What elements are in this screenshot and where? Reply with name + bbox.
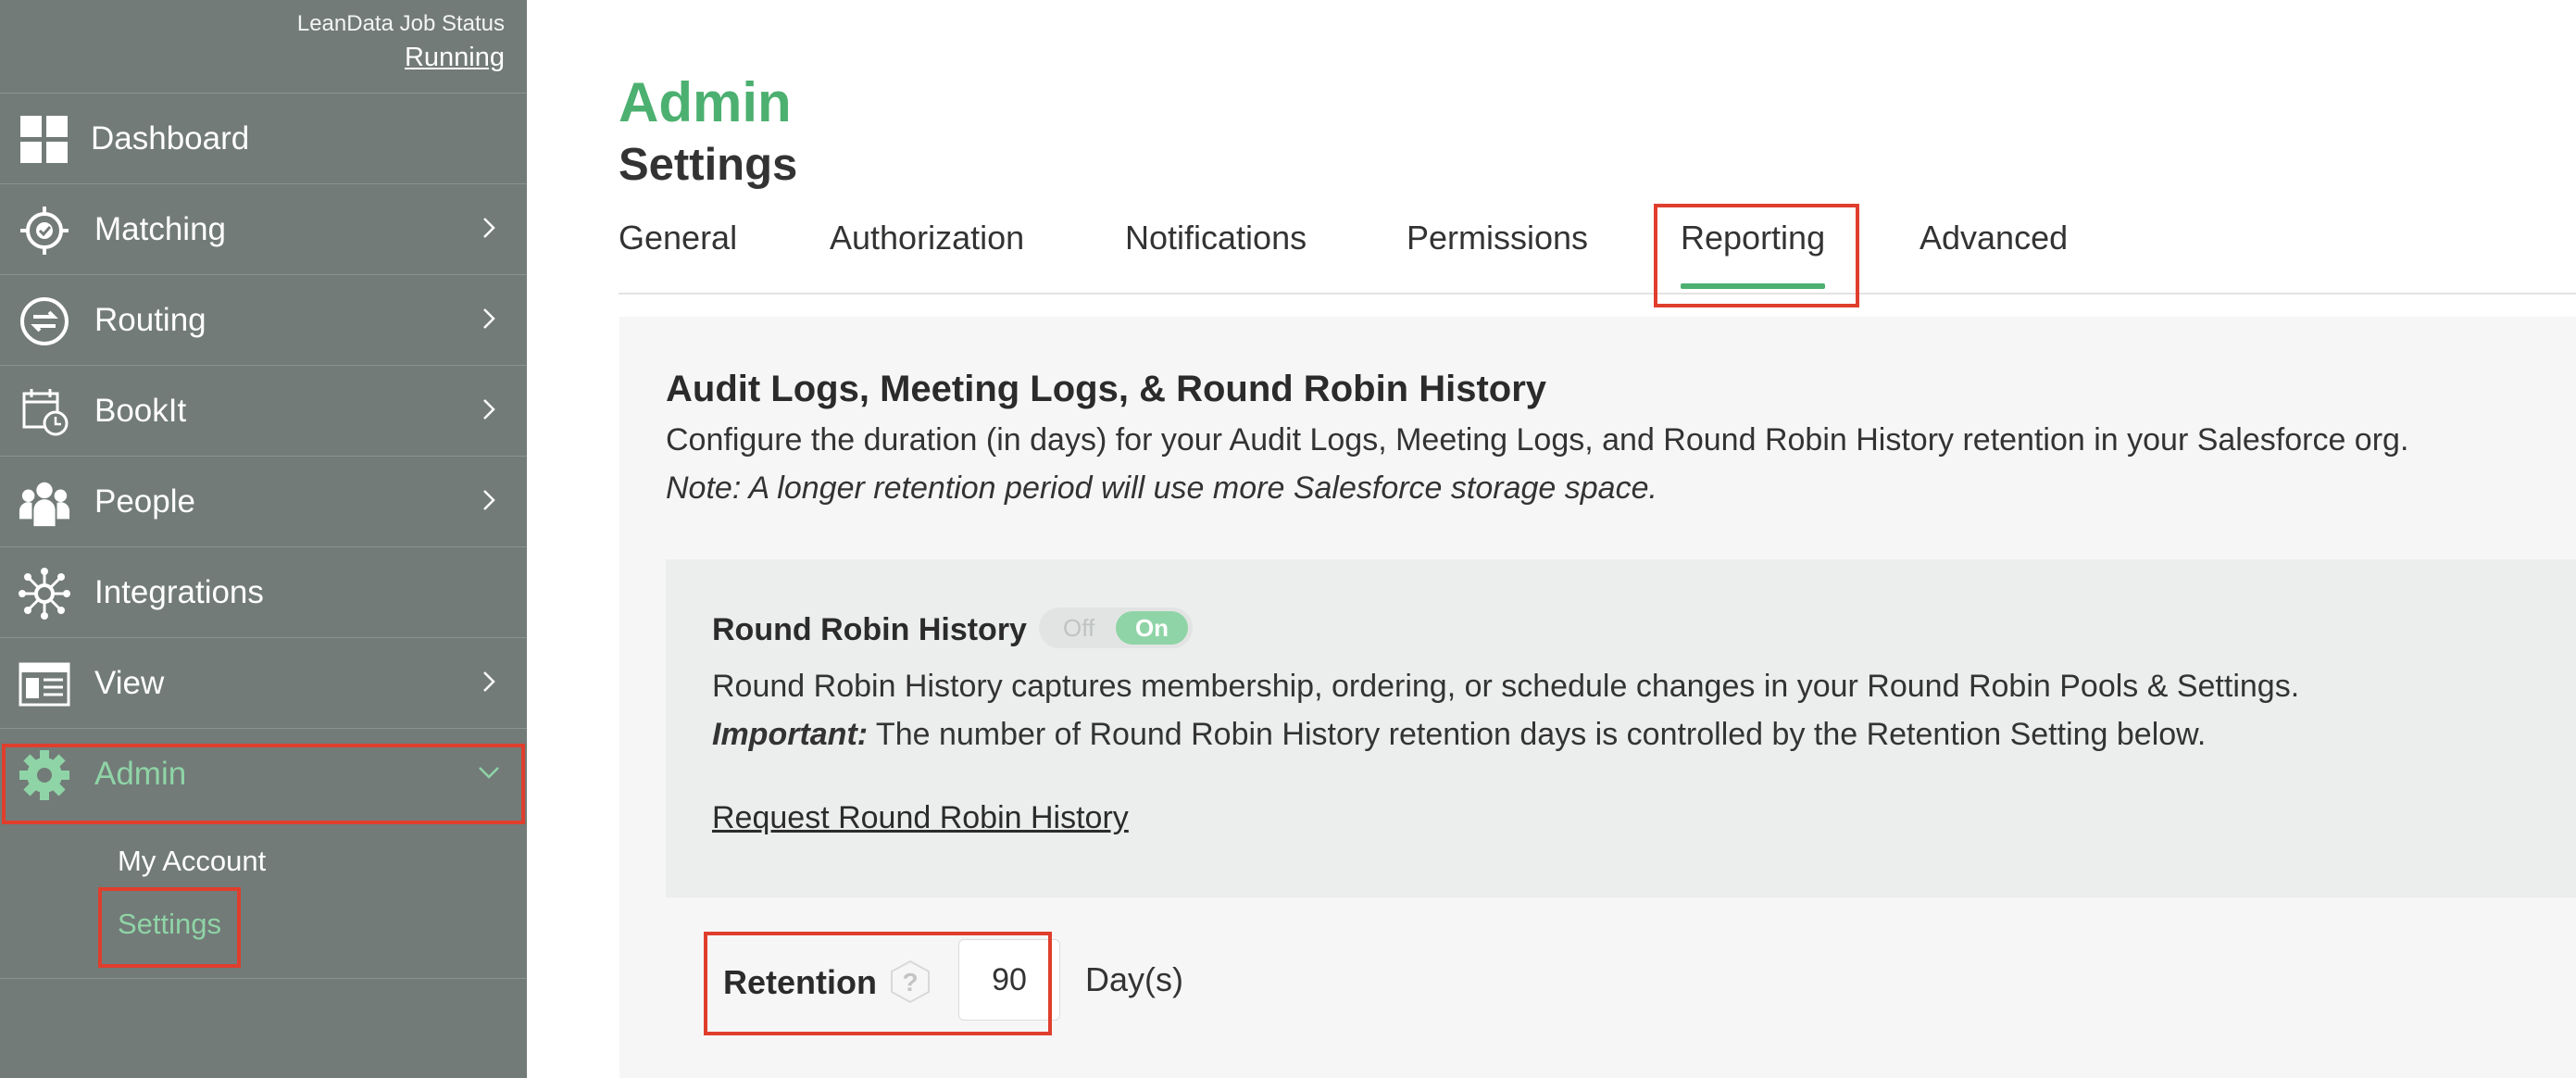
sidebar-item-routing[interactable]: Routing (0, 274, 527, 365)
tab-notifications[interactable]: Notifications (1125, 219, 1307, 257)
sidebar-item-view[interactable]: View (0, 637, 527, 728)
section-note: Note: A longer retention period will use… (666, 470, 1657, 506)
sidebar-item-label: People (94, 483, 195, 520)
job-status-label: LeanData Job Status (296, 11, 505, 36)
sidebar-item-dashboard[interactable]: Dashboard (0, 93, 527, 183)
tab-advanced[interactable]: Advanced (1919, 219, 2068, 257)
main-content: Admin Settings General Authorization Not… (527, 0, 2576, 1078)
sidebar-item-matching[interactable]: Matching (0, 183, 527, 274)
sidebar-item-label: Matching (94, 210, 227, 247)
routing-arrows-icon (19, 295, 70, 347)
target-check-icon (19, 205, 70, 257)
chevron-right-icon (483, 218, 495, 238)
dashboard-grid-icon (19, 114, 70, 166)
round-robin-important-note: Important: The number of Round Robin His… (712, 717, 2206, 753)
request-round-robin-history-link[interactable]: Request Round Robin History (712, 800, 1129, 836)
sidebar-item-label: Integrations (94, 573, 264, 610)
people-group-icon (19, 477, 70, 529)
page-title: Admin (619, 71, 792, 133)
retention-highlight-box (704, 932, 1052, 1035)
sidebar-item-bookit[interactable]: BookIt (0, 365, 527, 456)
round-robin-history-toggle[interactable]: Off On (1039, 608, 1193, 648)
sidebar-item-people[interactable]: People (0, 456, 527, 546)
calendar-clock-icon (19, 386, 70, 438)
view-window-icon (19, 658, 70, 710)
admin-highlight-box (2, 744, 525, 824)
sidebar: LeanData Job Status Running Dashboard Ma… (0, 0, 527, 1078)
important-label: Important: (712, 717, 869, 752)
chevron-right-icon (483, 399, 495, 420)
reporting-tab-highlight-box (1654, 204, 1859, 307)
sidebar-item-integrations[interactable]: Integrations (0, 546, 527, 637)
submenu-my-account[interactable]: My Account (118, 845, 266, 878)
chevron-right-icon (483, 490, 495, 510)
toggle-off-label: Off (1063, 614, 1095, 642)
section-title: Audit Logs, Meeting Logs, & Round Robin … (666, 369, 1547, 409)
chevron-right-icon (483, 671, 495, 692)
sidebar-item-label: Dashboard (91, 119, 250, 157)
tab-general[interactable]: General (619, 219, 737, 257)
sidebar-item-label: Routing (94, 301, 206, 338)
retention-unit-label: Day(s) (1085, 960, 1183, 998)
integrations-hub-icon (19, 568, 70, 620)
important-text: The number of Round Robin History retent… (868, 717, 2207, 752)
page-subtitle: Settings (619, 140, 798, 190)
job-status-value[interactable]: Running (297, 43, 505, 73)
job-status: LeanData Job Status Running (297, 11, 505, 73)
sidebar-item-label: View (94, 664, 165, 701)
settings-tabs: General Authorization Notifications Perm… (619, 219, 2576, 295)
settings-highlight-box (98, 887, 241, 968)
sidebar-divider (0, 978, 527, 979)
sidebar-item-label: BookIt (94, 392, 187, 429)
tab-authorization[interactable]: Authorization (830, 219, 1024, 257)
chevron-right-icon (483, 308, 495, 329)
round-robin-history-label: Round Robin History (712, 612, 1027, 647)
round-robin-history-card: Round Robin History Off On Round Robin H… (666, 559, 2576, 897)
round-robin-history-description: Round Robin History captures membership,… (712, 669, 2300, 704)
toggle-on-label: On (1116, 611, 1188, 645)
section-description: Configure the duration (in days) for you… (666, 422, 2409, 458)
tab-permissions[interactable]: Permissions (1407, 219, 1588, 257)
